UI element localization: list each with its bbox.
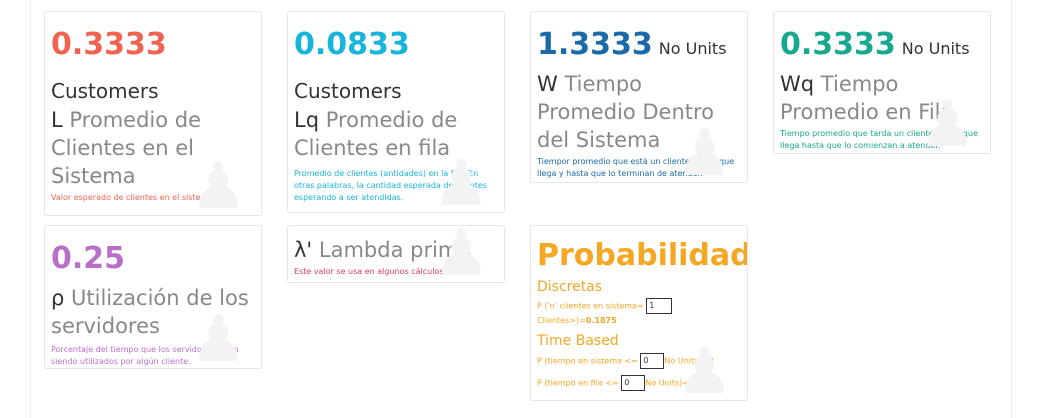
discretas-prefix: P ('n' clientes en sistema= bbox=[537, 301, 644, 311]
lq-title: Lq Promedio de Clientes en fila bbox=[294, 106, 498, 162]
lambda-title: λ' Lambda prima bbox=[294, 236, 498, 264]
discretas-line: P ('n' clientes en sistema= 1 Clientes>)… bbox=[537, 298, 741, 328]
wq-desc: Tiempo promedio que tarda un cliente des… bbox=[780, 129, 978, 150]
wq-unit: No Units bbox=[901, 39, 970, 58]
w-title: W Tiempo Promedio Dentro del Sistema bbox=[537, 70, 741, 154]
tfila-suffix: No Units)= bbox=[645, 378, 689, 388]
lambda-desc: Este valor se usa en algunos cálculos. bbox=[294, 267, 447, 276]
w-desc: Tiempor promedio que está un cliente des… bbox=[537, 157, 735, 178]
w-symbol: W bbox=[537, 72, 558, 96]
wq-title: Wq Tiempo Promedio en Fila bbox=[780, 70, 984, 126]
tsys-prefix: P (tiempo en sistema <= bbox=[537, 356, 638, 366]
wq-value: 0.3333 bbox=[780, 27, 896, 62]
card-lambda: ♟ λ' Lambda prima Este valor se usa en a… bbox=[287, 225, 505, 283]
time-based-label: Time Based bbox=[537, 333, 619, 349]
lambda-title-text: Lambda prima bbox=[318, 238, 472, 262]
discretas-result: 0.1875 bbox=[585, 316, 617, 325]
tiempo-fila-line: P (tiempo en fila <= 0 No Units)=0.75 bbox=[537, 375, 741, 391]
tiempo-sistema-line: P (tiempo en sistema <= 0 No Units)=0 bbox=[537, 353, 741, 369]
lq-unit: Customers bbox=[294, 79, 402, 103]
lq-value: 0.0833 bbox=[294, 27, 410, 62]
w-title-text: Tiempo Promedio Dentro del Sistema bbox=[537, 72, 715, 152]
lq-desc: Promedio de clientes (antidades) en la f… bbox=[294, 169, 487, 202]
l-value: 0.3333 bbox=[51, 27, 167, 62]
card-probabilidades: ♟ Probabilidades Discretas P ('n' client… bbox=[530, 225, 748, 401]
card-wq: ♟ 0.3333 No Units Wq Tiempo Promedio en F… bbox=[773, 11, 991, 154]
l-title: L Promedio de Clientes en el Sistema bbox=[51, 106, 255, 190]
l-title-text: Promedio de Clientes en el Sistema bbox=[51, 108, 202, 188]
prob-title: Probabilidades bbox=[537, 238, 748, 273]
rho-title-text: Utilización de los servidores bbox=[51, 286, 249, 338]
tiempo-fila-input[interactable]: 0 bbox=[621, 375, 646, 391]
tfila-prefix: P (tiempo en fila <= bbox=[537, 378, 619, 388]
card-l: ♟ 0.3333 Customers L Promedio de Cliente… bbox=[44, 11, 262, 216]
w-unit: No Units bbox=[658, 39, 727, 58]
l-unit: Customers bbox=[51, 79, 159, 103]
card-w: ♟ 1.3333 No Units W Tiempo Promedio Dentr… bbox=[530, 11, 748, 183]
card-rho: ♟ 0.25 ρ Utilización de los servidores P… bbox=[44, 225, 262, 369]
lq-symbol: Lq bbox=[294, 108, 320, 132]
discretas-suffix: Clientes>)= bbox=[537, 316, 586, 325]
wq-symbol: Wq bbox=[780, 72, 815, 96]
rho-title: ρ Utilización de los servidores bbox=[51, 284, 255, 340]
l-desc: Valor esperado de clientes en el sistema… bbox=[51, 193, 216, 202]
w-value: 1.3333 bbox=[537, 27, 653, 62]
card-lq: ♟ 0.0833 Customers Lq Promedio de Client… bbox=[287, 11, 505, 213]
rho-desc: Porcentaje del tiempo que los servidores… bbox=[51, 345, 239, 366]
l-symbol: L bbox=[51, 108, 63, 132]
rho-value: 0.25 bbox=[51, 241, 126, 276]
lq-title-text: Promedio de Clientes en fila bbox=[294, 108, 458, 160]
n-clientes-input[interactable]: 1 bbox=[646, 298, 673, 314]
tfila-result: 0.75 bbox=[688, 378, 709, 388]
tsys-result: 0 bbox=[708, 356, 714, 366]
discretas-label: Discretas bbox=[537, 279, 603, 295]
tsys-suffix: No Units)= bbox=[664, 356, 709, 366]
wq-value-line: 0.3333 No Units bbox=[780, 26, 984, 68]
w-value-line: 1.3333 No Units bbox=[537, 26, 741, 68]
lambda-symbol: λ' bbox=[294, 238, 313, 262]
rho-symbol: ρ bbox=[51, 286, 65, 310]
tiempo-sistema-input[interactable]: 0 bbox=[640, 353, 665, 369]
